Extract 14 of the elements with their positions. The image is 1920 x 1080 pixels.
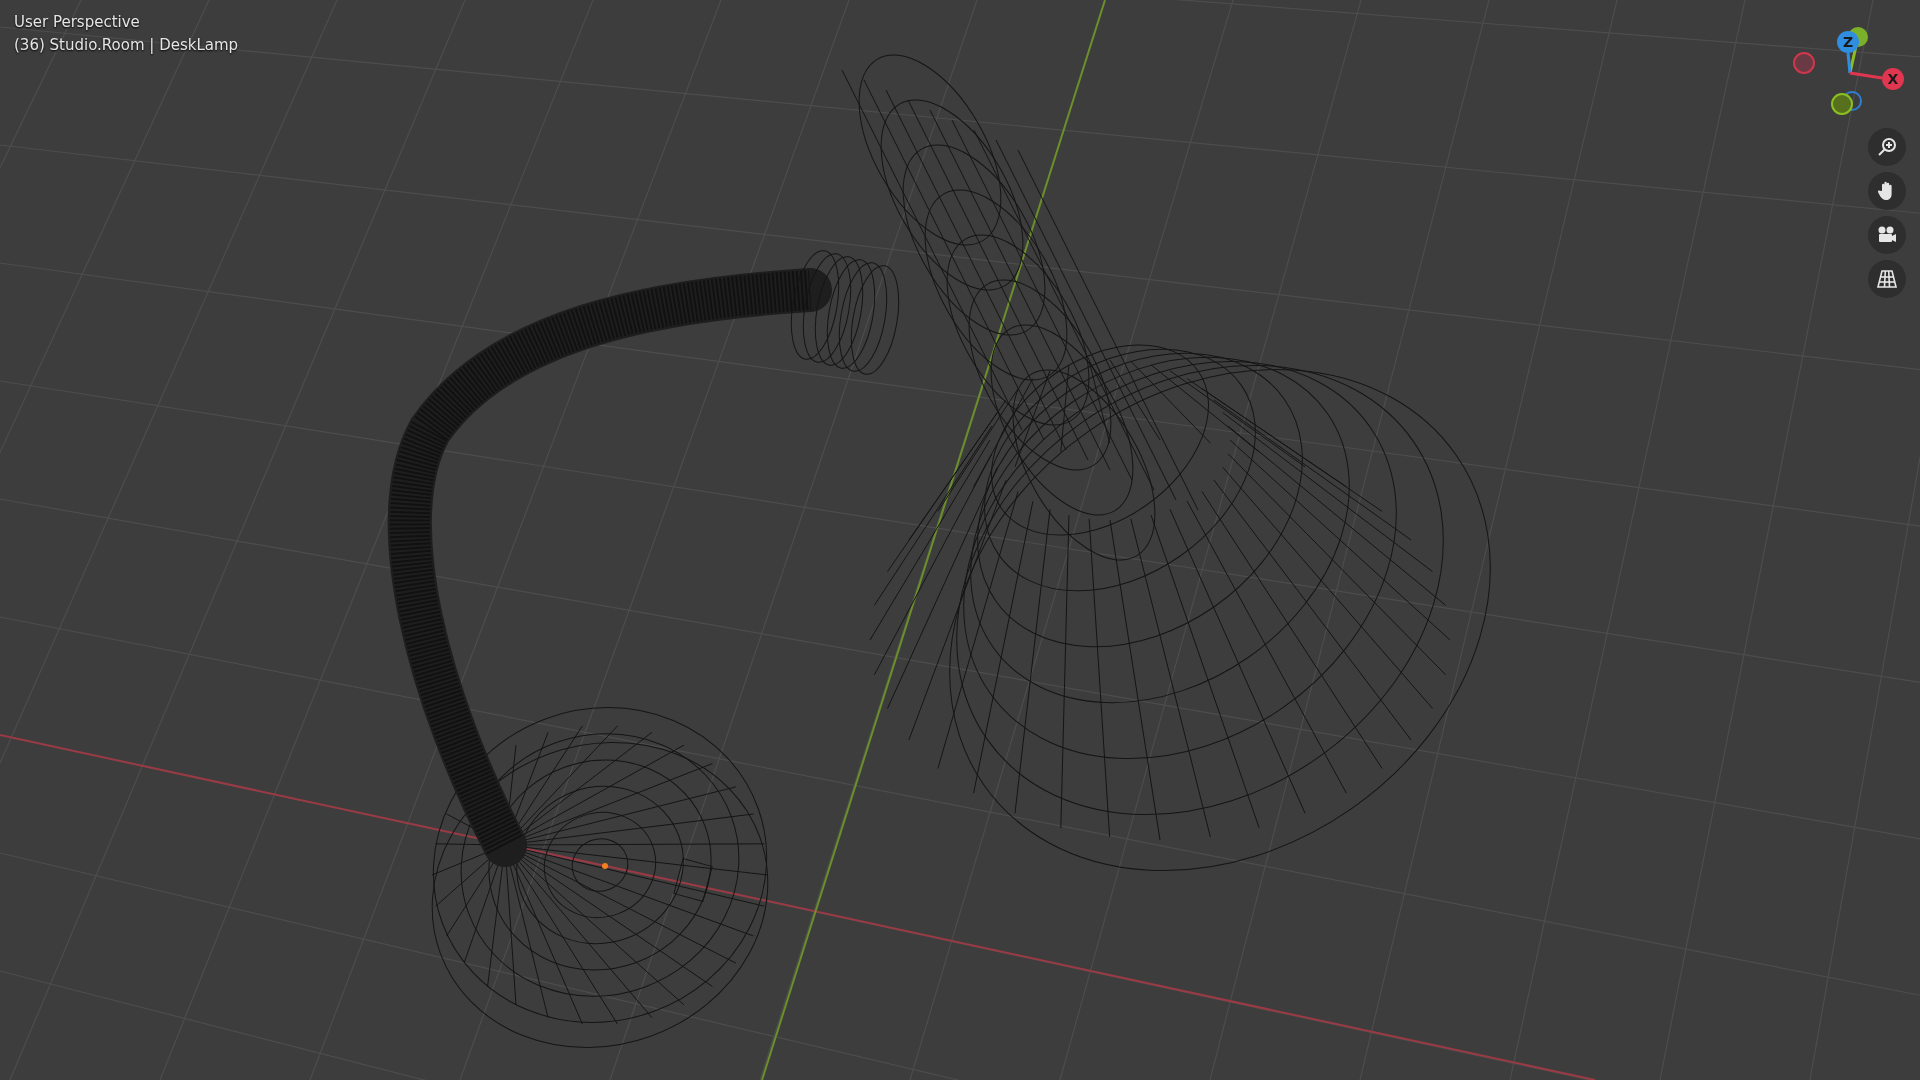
- negative-y-axis-circle[interactable]: [1831, 93, 1853, 115]
- zoom-view-button[interactable]: [1868, 128, 1906, 166]
- 3d-viewport[interactable]: User Perspective (36) Studio.Room | DeskLamp Z X: [0, 0, 1920, 1080]
- axis-handle[interactable]: Z: [1837, 31, 1859, 53]
- x-axis-stem: [1849, 71, 1883, 80]
- view-name: User Perspective: [14, 13, 141, 31]
- axis-handle[interactable]: X: [1882, 68, 1904, 90]
- pan-view-button[interactable]: [1868, 172, 1906, 210]
- grid-view-button[interactable]: [1868, 260, 1906, 298]
- z-axis-stem: [1846, 52, 1852, 74]
- perspective-grid-icon: [1876, 268, 1898, 290]
- zoom-icon: [1876, 136, 1898, 158]
- object-info: (36) Studio.Room | DeskLamp: [14, 36, 239, 54]
- camera-view-button[interactable]: [1868, 216, 1906, 254]
